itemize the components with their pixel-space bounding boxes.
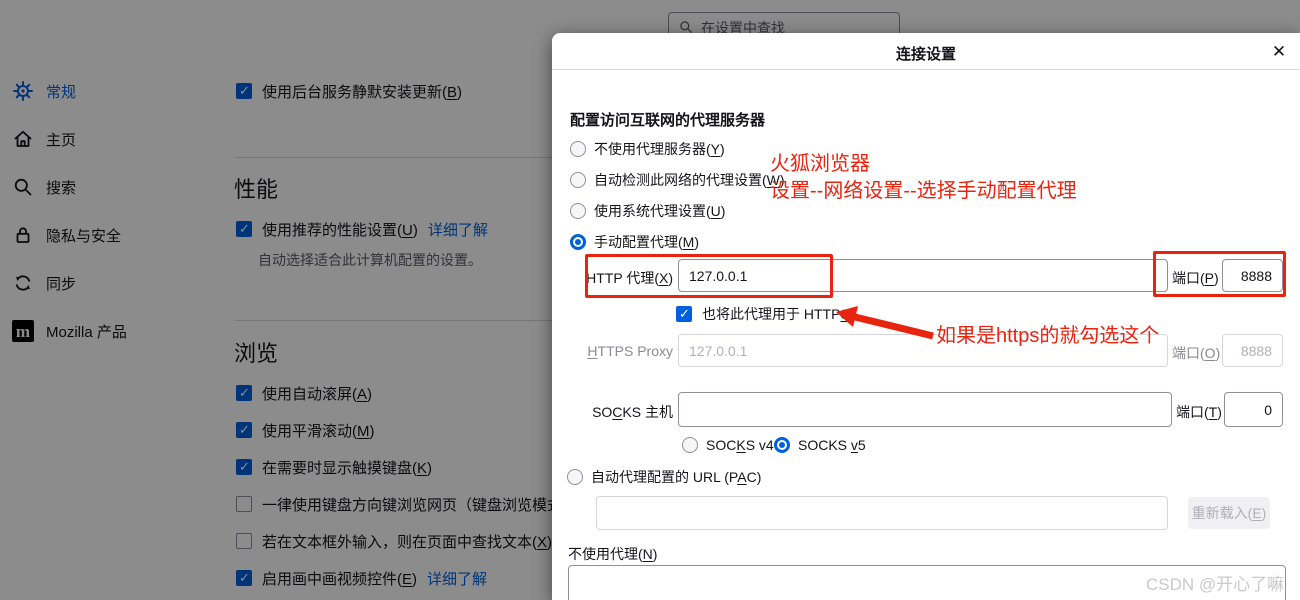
radio-auto-detect[interactable]: 自动检测此网络的代理设置(W) [570,171,785,189]
radio-icon[interactable] [567,469,583,485]
pac-url-input [596,496,1168,530]
https-port-input [1222,334,1283,367]
proxy-section-heading: 配置访问互联网的代理服务器 [570,112,766,129]
annotation-note-top: 火狐浏览器 设置--网络设置--选择手动配置代理 [770,151,1077,205]
radio-icon[interactable] [570,172,586,188]
csdn-watermark: CSDN @开心了嘛 [1146,575,1285,594]
radio-label: 自动代理配置的 URL (PAC) [591,469,762,485]
socks-host-input[interactable] [678,392,1172,427]
http-port-input[interactable] [1222,259,1283,292]
radio-socks-v4[interactable]: SOCKS v4 [682,436,774,454]
http-proxy-input[interactable] [678,259,1168,292]
radio-no-proxy[interactable]: 不使用代理服务器(Y) [570,140,725,158]
radio-pac-url[interactable]: 自动代理配置的 URL (PAC) [567,468,761,486]
dialog-title: 连接设置 [895,46,956,63]
https-proxy-label: HTTPS Proxy [587,343,673,359]
annotation-note-https: 如果是https的就勾选这个 [936,325,1160,347]
checkbox-label: 也将此代理用于 HTTPS [702,306,850,322]
checkbox[interactable] [676,306,692,322]
dialog-header: 连接设置 ✕ [552,33,1300,70]
annotation-line: 设置--网络设置--选择手动配置代理 [770,180,1077,202]
close-icon[interactable]: ✕ [1268,41,1290,63]
radio-icon[interactable] [774,437,790,453]
socks-host-label: SOCKS 主机 [592,404,673,420]
radio-icon[interactable] [570,234,586,250]
radio-label: SOCKS v4 [706,437,774,453]
radio-label: 手动配置代理(M) [594,234,700,250]
screenshot-root: 常规 主页 搜索 隐私与安全 同步 m Mozilla 产品 在设置中查找 ✓ … [0,0,1300,600]
annotation-line: 火狐浏览器 [770,153,870,175]
radio-socks-v5[interactable]: SOCKS v5 [774,436,866,454]
http-port-label: 端口(P) [1172,270,1219,286]
reload-button[interactable]: 重新载入(E) [1188,497,1270,529]
radio-label: 自动检测此网络的代理设置(W) [594,172,785,188]
use-for-https-row: 也将此代理用于 HTTPS [676,305,850,323]
radio-icon[interactable] [682,437,698,453]
socks-port-input[interactable] [1224,392,1283,427]
https-port-label: 端口(O) [1172,345,1221,361]
radio-system-proxy[interactable]: 使用系统代理设置(U) [570,202,725,220]
radio-manual-proxy[interactable]: 手动配置代理(M) [570,233,699,251]
connection-settings-dialog: 连接设置 ✕ 配置访问互联网的代理服务器 不使用代理服务器(Y) 自动检测此网络… [552,33,1300,600]
no-proxy-label: 不使用代理(N) [568,546,658,562]
radio-icon[interactable] [570,141,586,157]
radio-label: SOCKS v5 [798,437,866,453]
radio-label: 不使用代理服务器(Y) [594,141,725,157]
radio-label: 使用系统代理设置(U) [594,203,726,219]
socks-port-label: 端口(T) [1176,404,1222,420]
radio-icon[interactable] [570,203,586,219]
http-proxy-label: HTTP 代理(X) [586,270,673,286]
